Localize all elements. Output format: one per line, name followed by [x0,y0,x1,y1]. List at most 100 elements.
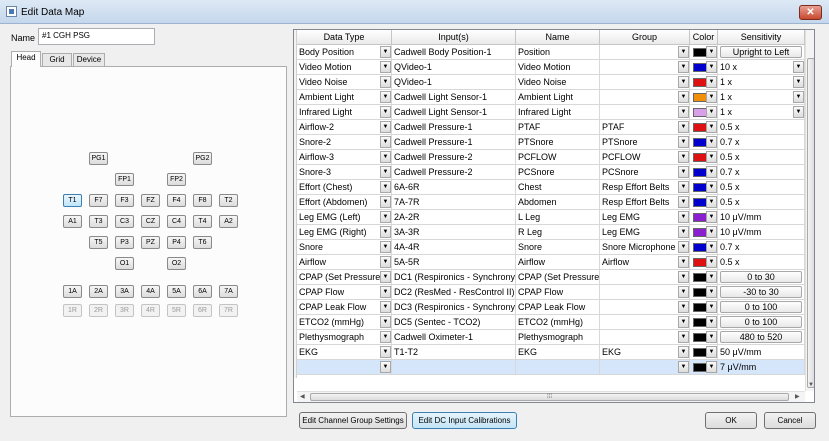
chevron-down-icon[interactable]: ▼ [706,61,717,73]
cell-sensitivity[interactable]: 0.7 x [718,135,805,150]
cell-sensitivity[interactable]: 1 x ▼ [718,90,805,105]
electrode-button[interactable]: 4A [141,285,160,298]
table-row[interactable]: Snore ▼ 4A-4R Snore Snore Microphone ▼ ▼ 0.7 x [297,240,805,255]
color-swatch[interactable] [693,213,707,222]
chevron-down-icon[interactable]: ▼ [380,271,391,283]
table-row[interactable]: Leg EMG (Right) ▼ 3A-3R R Leg Leg EMG ▼ ▼ 10 μV… [297,225,805,240]
chevron-down-icon[interactable]: ▼ [706,316,717,328]
table-row[interactable]: Snore-2 ▼ Cadwell Pressure-1 PTSnore PTSnore… [297,135,805,150]
cell-type[interactable]: Airflow ▼ [297,255,392,270]
cell-group[interactable]: Resp Effort Belts ▼ [600,180,690,195]
cell-type[interactable]: Airflow-2 ▼ [297,120,392,135]
cell-group[interactable]: ▼ [600,270,690,285]
cell-sensitivity[interactable]: 480 to 520 [718,330,805,345]
cell-color[interactable]: ▼ [690,135,718,150]
chevron-down-icon[interactable]: ▼ [706,151,717,163]
tab-grid[interactable]: Grid [42,53,72,66]
chevron-down-icon[interactable]: ▼ [706,301,717,313]
chevron-down-icon[interactable]: ▼ [706,271,717,283]
cell-name[interactable]: Infrared Light [516,105,600,120]
chevron-down-icon[interactable]: ▼ [706,136,717,148]
electrode-button[interactable]: F4 [167,194,186,207]
cell-color[interactable]: ▼ [690,285,718,300]
cell-input[interactable]: Cadwell Light Sensor-1 [392,90,516,105]
cell-sensitivity[interactable]: 10 x ▼ [718,60,805,75]
tab-head[interactable]: Head [11,51,41,67]
chevron-down-icon[interactable]: ▼ [706,76,717,88]
color-swatch[interactable] [693,363,707,372]
color-swatch[interactable] [693,318,707,327]
cell-name[interactable]: PTSnore [516,135,600,150]
scroll-left-icon[interactable]: ◀ [300,393,305,400]
cell-input[interactable]: DC5 (Sentec - TCO2) [392,315,516,330]
chevron-down-icon[interactable]: ▼ [380,301,391,313]
cell-type[interactable]: CPAP Flow ▼ [297,285,392,300]
cell-group[interactable]: ▼ [600,285,690,300]
cell-input[interactable]: 6A-6R [392,180,516,195]
electrode-button[interactable]: FP1 [115,173,134,186]
cell-type[interactable]: Leg EMG (Right) ▼ [297,225,392,240]
scroll-right-icon[interactable]: ▶ [795,393,800,400]
cancel-button[interactable]: Cancel [764,412,816,429]
chevron-down-icon[interactable]: ▼ [678,136,689,148]
chevron-down-icon[interactable]: ▼ [380,136,391,148]
cell-color[interactable]: ▼ [690,45,718,60]
color-swatch[interactable] [693,333,707,342]
cell-color[interactable]: ▼ [690,360,718,375]
chevron-down-icon[interactable]: ▼ [678,76,689,88]
cell-sensitivity[interactable]: 0.5 x [718,255,805,270]
table-row[interactable]: CPAP Leak Flow ▼ DC3 (Respironics - Synchr… [297,300,805,315]
cell-type[interactable]: Snore-2 ▼ [297,135,392,150]
table-row[interactable]: CPAP (Set Pressure) ▼ DC1 (Respironics - S… [297,270,805,285]
sensitivity-button[interactable]: -30 to 30 [720,286,802,298]
cell-input[interactable]: Cadwell Pressure-1 [392,135,516,150]
chevron-down-icon[interactable]: ▼ [678,106,689,118]
cell-sensitivity[interactable]: 1 x ▼ [718,105,805,120]
chevron-down-icon[interactable]: ▼ [706,226,717,238]
sensitivity-button[interactable]: 0 to 100 [720,316,802,328]
table-row[interactable]: Effort (Abdomen) ▼ 7A-7R Abdomen Resp Effort… [297,195,805,210]
electrode-button[interactable]: F7 [89,194,108,207]
table-row[interactable]: Video Motion ▼ QVideo-1 Video Motion ▼ ▼ 10 x ▼ [297,60,805,75]
chevron-down-icon[interactable]: ▼ [678,181,689,193]
chevron-down-icon[interactable]: ▼ [706,331,717,343]
cell-group[interactable]: ▼ [600,315,690,330]
chevron-down-icon[interactable]: ▼ [380,286,391,298]
chevron-down-icon[interactable]: ▼ [706,256,717,268]
chevron-down-icon[interactable]: ▼ [380,46,391,58]
table-row[interactable]: Plethysmograph ▼ Cadwell Oximeter-1 Plethys… [297,330,805,345]
tab-device[interactable]: Device [73,53,105,66]
color-swatch[interactable] [693,63,707,72]
electrode-button[interactable]: PZ [141,236,160,249]
chevron-down-icon[interactable]: ▼ [678,46,689,58]
electrode-button[interactable]: F3 [115,194,134,207]
cell-type[interactable]: Plethysmograph ▼ [297,330,392,345]
color-swatch[interactable] [693,228,707,237]
table-row[interactable]: Airflow-3 ▼ Cadwell Pressure-2 PCFLOW PCFLOW… [297,150,805,165]
chevron-down-icon[interactable]: ▼ [678,256,689,268]
sensitivity-button[interactable]: 0 to 100 [720,301,802,313]
cell-color[interactable]: ▼ [690,270,718,285]
cell-sensitivity[interactable]: 50 μV/mm [718,345,805,360]
cell-color[interactable]: ▼ [690,240,718,255]
cell-name[interactable]: CPAP Flow [516,285,600,300]
cell-group[interactable]: Leg EMG ▼ [600,210,690,225]
cell-input[interactable]: Cadwell Light Sensor-1 [392,105,516,120]
chevron-down-icon[interactable]: ▼ [380,331,391,343]
chevron-down-icon[interactable]: ▼ [706,91,717,103]
chevron-down-icon[interactable]: ▼ [678,151,689,163]
cell-input[interactable]: DC3 (Respironics - Synchrony) [392,300,516,315]
table-row[interactable]: Airflow ▼ 5A-5R Airflow Airflow ▼ ▼ 0.5 x [297,255,805,270]
cell-name[interactable]: Chest [516,180,600,195]
chevron-down-icon[interactable]: ▼ [678,211,689,223]
cell-name[interactable]: Video Motion [516,60,600,75]
chevron-down-icon[interactable]: ▼ [793,91,804,103]
cell-name[interactable]: L Leg [516,210,600,225]
cell-color[interactable]: ▼ [690,225,718,240]
table-row[interactable]: Ambient Light ▼ Cadwell Light Sensor-1 Ambi… [297,90,805,105]
chevron-down-icon[interactable]: ▼ [706,181,717,193]
cell-group[interactable]: Snore Microphone ▼ [600,240,690,255]
cell-color[interactable]: ▼ [690,300,718,315]
color-swatch[interactable] [693,93,707,102]
chevron-down-icon[interactable]: ▼ [678,121,689,133]
